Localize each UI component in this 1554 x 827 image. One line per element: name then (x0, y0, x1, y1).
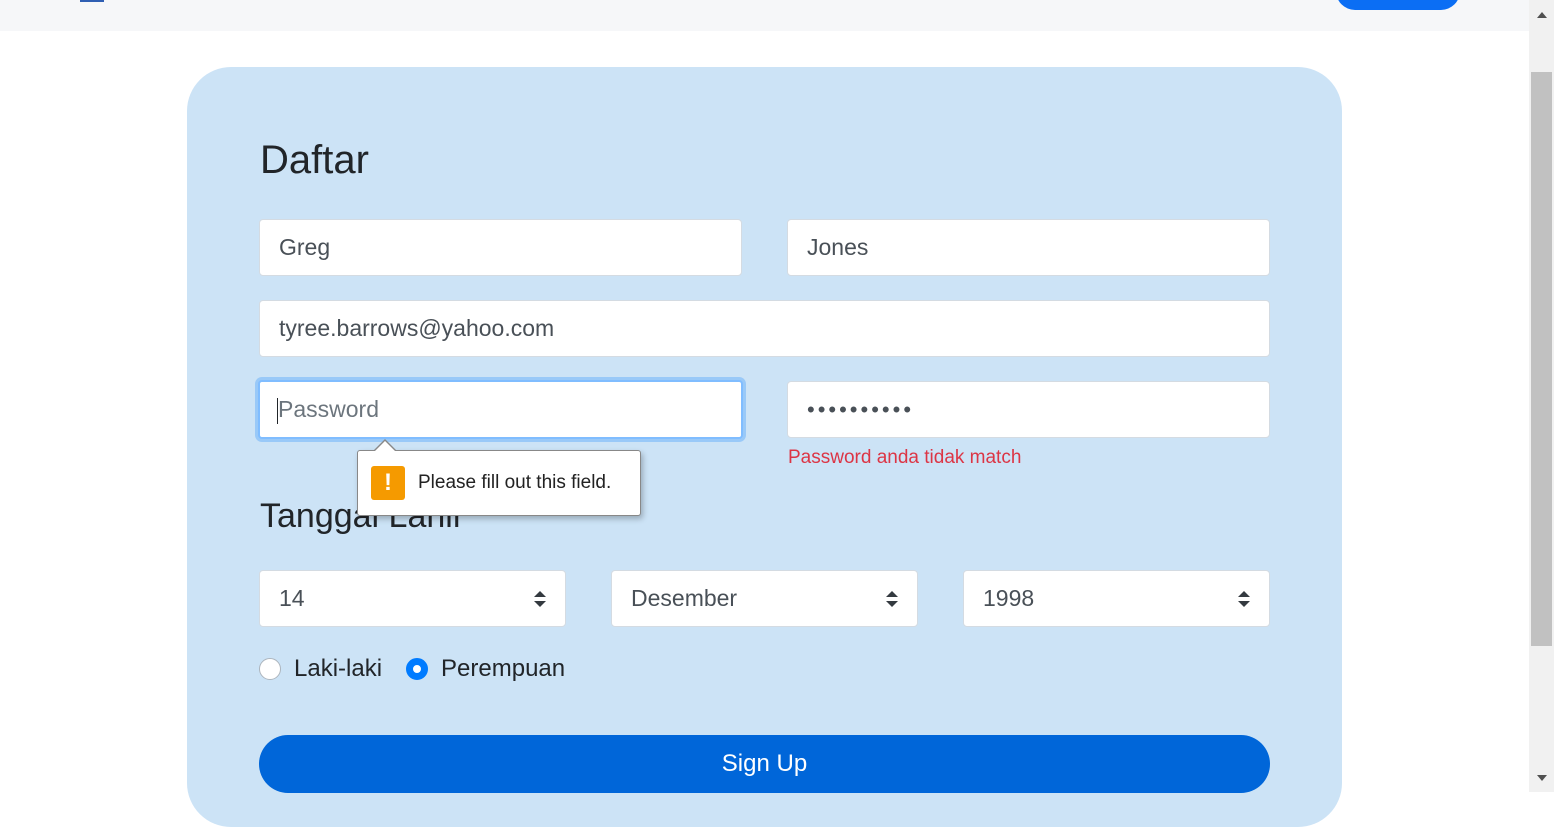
gender-radio-group: Laki-laki Perempuan (259, 652, 589, 686)
gender-radio-female[interactable] (406, 658, 429, 680)
birth-day-select[interactable]: 14 (259, 570, 566, 627)
gender-radio-male[interactable] (259, 658, 281, 680)
password-input[interactable]: Password (258, 380, 743, 439)
page-title: Daftar (260, 138, 369, 182)
scroll-down-arrow-icon[interactable] (1537, 775, 1547, 781)
masked-password: •••••••••• (807, 397, 915, 422)
validation-tooltip: ! Please fill out this field. (357, 439, 641, 516)
page-scrollbar[interactable] (1529, 0, 1554, 792)
birth-year-value: 1998 (983, 585, 1035, 611)
exclamation-icon: ! (371, 466, 405, 500)
birth-month-select[interactable]: Desember (611, 570, 918, 627)
gender-label-male[interactable]: Laki-laki (294, 655, 382, 683)
nav-brand-stub[interactable] (80, 0, 104, 2)
password-error-message: Password anda tidak match (788, 447, 1022, 468)
birth-day-value: 14 (279, 585, 305, 611)
password-placeholder: Password (278, 396, 379, 422)
sort-arrows-icon (886, 591, 898, 607)
sort-arrows-icon (534, 591, 546, 607)
sign-up-button[interactable]: Sign Up (259, 735, 1270, 793)
scroll-up-arrow-icon[interactable] (1537, 12, 1547, 18)
email-input[interactable]: tyree.barrows@yahoo.com (259, 300, 1270, 357)
scrollbar-thumb[interactable] (1531, 72, 1552, 646)
confirm-password-input[interactable]: •••••••••• (787, 381, 1270, 438)
validation-tooltip-text: Please fill out this field. (418, 472, 612, 493)
last-name-input[interactable]: Jones (787, 219, 1270, 276)
first-name-input[interactable]: Greg (259, 219, 742, 276)
nav-button[interactable] (1336, 0, 1460, 10)
birth-month-value: Desember (631, 585, 738, 611)
top-navbar (0, 0, 1529, 31)
sort-arrows-icon (1238, 591, 1250, 607)
gender-label-female[interactable]: Perempuan (441, 655, 565, 683)
birth-year-select[interactable]: 1998 (963, 570, 1270, 627)
